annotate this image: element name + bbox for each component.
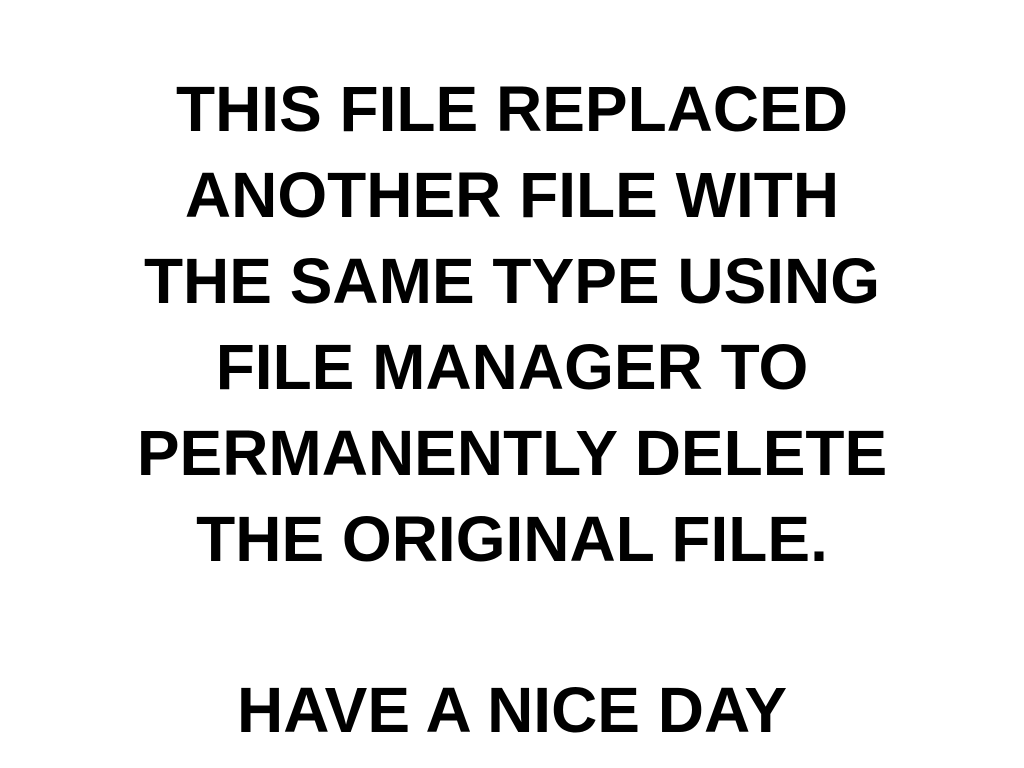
notice-canvas: THIS FILE REPLACED ANOTHER FILE WITH THE…: [0, 0, 1024, 768]
notice-message: THIS FILE REPLACED ANOTHER FILE WITH THE…: [0, 66, 1024, 582]
signoff-line: HAVE A NICE DAY: [236, 674, 788, 746]
signoff-text: HAVE A NICE DAY: [0, 667, 1024, 753]
message-line-4: FILE MANAGER TO: [215, 331, 809, 403]
message-line-5: PERMANENTLY DELETE: [136, 417, 888, 489]
message-line-6: THE ORIGINAL FILE.: [196, 503, 828, 575]
message-line-2: ANOTHER FILE WITH: [184, 159, 840, 231]
message-line-1: THIS FILE REPLACED: [175, 73, 849, 145]
message-line-3: THE SAME TYPE USING: [143, 245, 881, 317]
